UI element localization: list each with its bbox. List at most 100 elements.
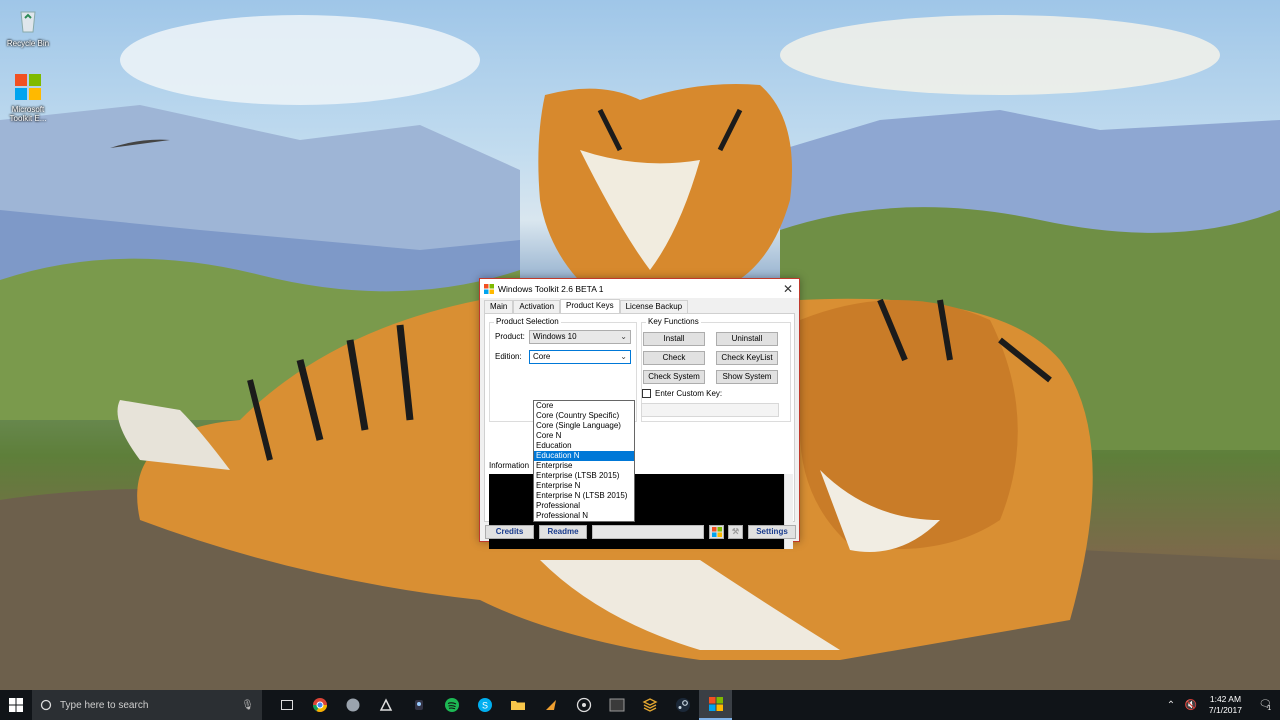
search-placeholder: Type here to search	[60, 699, 149, 711]
windows-toolkit-icon	[708, 697, 723, 711]
desktop-icon-label: Microsoft Toolkit E...	[9, 105, 47, 123]
dropdown-option[interactable]: Education	[534, 441, 634, 451]
clock-time: 1:42 AM	[1209, 694, 1242, 704]
taskbar-windows-toolkit[interactable]	[699, 690, 732, 720]
check-system-button[interactable]: Check System	[643, 370, 705, 384]
dropdown-option-highlighted[interactable]: Education N	[534, 451, 634, 461]
desktop-icon-recycle-bin[interactable]: Recycle Bin	[0, 6, 56, 48]
app-icon	[641, 698, 658, 712]
key-functions-legend: Key Functions	[646, 317, 701, 326]
taskbar-spotify[interactable]	[435, 690, 468, 720]
clock-date: 7/1/2017	[1208, 705, 1242, 715]
steam-icon	[675, 698, 690, 712]
system-tray: ⌃ 🔇 1:42 AM 7/1/2017 🗨 1	[1161, 690, 1280, 720]
edition-select[interactable]: Core ⌄	[529, 350, 631, 364]
dropdown-option[interactable]: Enterprise	[534, 461, 634, 471]
close-button[interactable]: ✕	[777, 282, 799, 296]
taskbar-app[interactable]	[534, 690, 567, 720]
dropdown-option[interactable]: Core (Single Language)	[534, 421, 634, 431]
settings-button[interactable]: Settings	[748, 525, 796, 539]
app-icon	[414, 700, 423, 710]
taskbar-steam[interactable]	[666, 690, 699, 720]
show-system-button[interactable]: Show System	[716, 370, 778, 384]
chevron-down-icon: ⌄	[620, 332, 627, 341]
start-button[interactable]	[0, 690, 32, 720]
bottom-bar: Credits Readme ⚒ Settings	[480, 525, 799, 541]
microsoft-toolkit-icon	[13, 72, 43, 102]
custom-key-input[interactable]	[641, 403, 779, 417]
dropdown-option[interactable]: Enterprise N	[534, 481, 634, 491]
desktop-icon-label: Recycle Bin	[6, 39, 50, 48]
app-icon	[379, 698, 392, 711]
app-icon	[545, 700, 556, 710]
tab-main[interactable]: Main	[484, 300, 514, 313]
edition-label: Edition:	[495, 352, 522, 361]
chevron-down-icon: ⌄	[620, 352, 627, 361]
custom-key-checkbox[interactable]	[642, 389, 651, 398]
taskbar-app[interactable]	[402, 690, 435, 720]
office-icon-button[interactable]	[709, 525, 724, 539]
search-icon	[40, 699, 52, 711]
window-title: Windows Toolkit 2.6 BETA 1	[498, 283, 604, 294]
skype-icon: S	[477, 698, 492, 712]
action-center-button[interactable]: 🗨 1	[1250, 699, 1280, 712]
recycle-bin-icon	[13, 6, 43, 36]
progress-bar	[592, 525, 704, 539]
information-label: Information	[489, 461, 530, 470]
uninstall-button[interactable]: Uninstall	[716, 332, 778, 346]
title-bar[interactable]: Windows Toolkit 2.6 BETA 1 ✕	[480, 279, 799, 298]
taskbar-app[interactable]	[336, 690, 369, 720]
volume-muted-icon[interactable]: 🔇	[1183, 700, 1199, 711]
taskbar-apps: S	[270, 690, 732, 720]
app-icon	[576, 697, 591, 713]
taskbar: Type here to search 🎙 S ⌃ 🔇 1:42 AM 7/1/…	[0, 690, 1280, 720]
product-select[interactable]: Windows 10 ⌄	[529, 330, 631, 344]
windows-start-icon	[9, 698, 23, 712]
disabled-icon-button[interactable]: ⚒	[728, 525, 743, 539]
tab-product-keys[interactable]: Product Keys	[560, 299, 620, 313]
tab-license-backup[interactable]: License Backup	[619, 300, 689, 313]
spotify-icon	[444, 698, 459, 712]
desktop-icon-microsoft-toolkit[interactable]: Microsoft Toolkit E...	[0, 72, 56, 123]
clock[interactable]: 1:42 AM 7/1/2017	[1209, 694, 1242, 716]
tool-icon: ⚒	[731, 527, 740, 536]
check-button[interactable]: Check	[643, 351, 705, 365]
windows-toolkit-window: Windows Toolkit 2.6 BETA 1 ✕ Main Activa…	[479, 278, 800, 549]
dropdown-option[interactable]: Core (Country Specific)	[534, 411, 634, 421]
edition-select-value: Core	[533, 352, 551, 361]
taskbar-search-box[interactable]: Type here to search 🎙	[32, 690, 262, 720]
taskbar-app[interactable]	[633, 690, 666, 720]
svg-text:S: S	[481, 701, 487, 711]
taskbar-skype[interactable]: S	[468, 690, 501, 720]
check-keylist-button[interactable]: Check KeyList	[716, 351, 778, 365]
task-view-button[interactable]	[270, 690, 303, 720]
windows-flag-icon	[484, 283, 494, 294]
install-button[interactable]: Install	[643, 332, 705, 346]
product-selection-legend: Product Selection	[494, 317, 561, 326]
dropdown-option[interactable]: Professional	[534, 501, 634, 511]
live-icon	[609, 698, 624, 712]
tab-bar: Main Activation Product Keys License Bac…	[484, 299, 689, 313]
taskbar-app[interactable]	[567, 690, 600, 720]
taskbar-file-explorer[interactable]	[501, 690, 534, 720]
app-icon	[346, 698, 359, 712]
product-select-value: Windows 10	[533, 332, 577, 341]
dropdown-option[interactable]: Enterprise (LTSB 2015)	[534, 471, 634, 481]
task-view-icon	[280, 700, 293, 710]
microphone-icon[interactable]: 🎙	[241, 700, 254, 711]
taskbar-live[interactable]	[600, 690, 633, 720]
taskbar-chrome[interactable]	[303, 690, 336, 720]
credits-button[interactable]: Credits	[485, 525, 534, 539]
readme-button[interactable]: Readme	[539, 525, 587, 539]
file-explorer-icon	[510, 701, 525, 710]
dropdown-option[interactable]: Core	[534, 401, 634, 411]
tab-activation[interactable]: Activation	[513, 300, 561, 313]
office-icon	[711, 527, 722, 537]
notification-count: 1	[1267, 704, 1272, 712]
custom-key-label: Enter Custom Key:	[655, 389, 723, 398]
dropdown-option[interactable]: Core N	[534, 431, 634, 441]
chevron-up-icon[interactable]: ⌃	[1163, 700, 1179, 711]
taskbar-app[interactable]	[369, 690, 402, 720]
dropdown-option[interactable]: Enterprise N (LTSB 2015)	[534, 491, 634, 501]
dropdown-option[interactable]: Professional N	[534, 511, 634, 521]
